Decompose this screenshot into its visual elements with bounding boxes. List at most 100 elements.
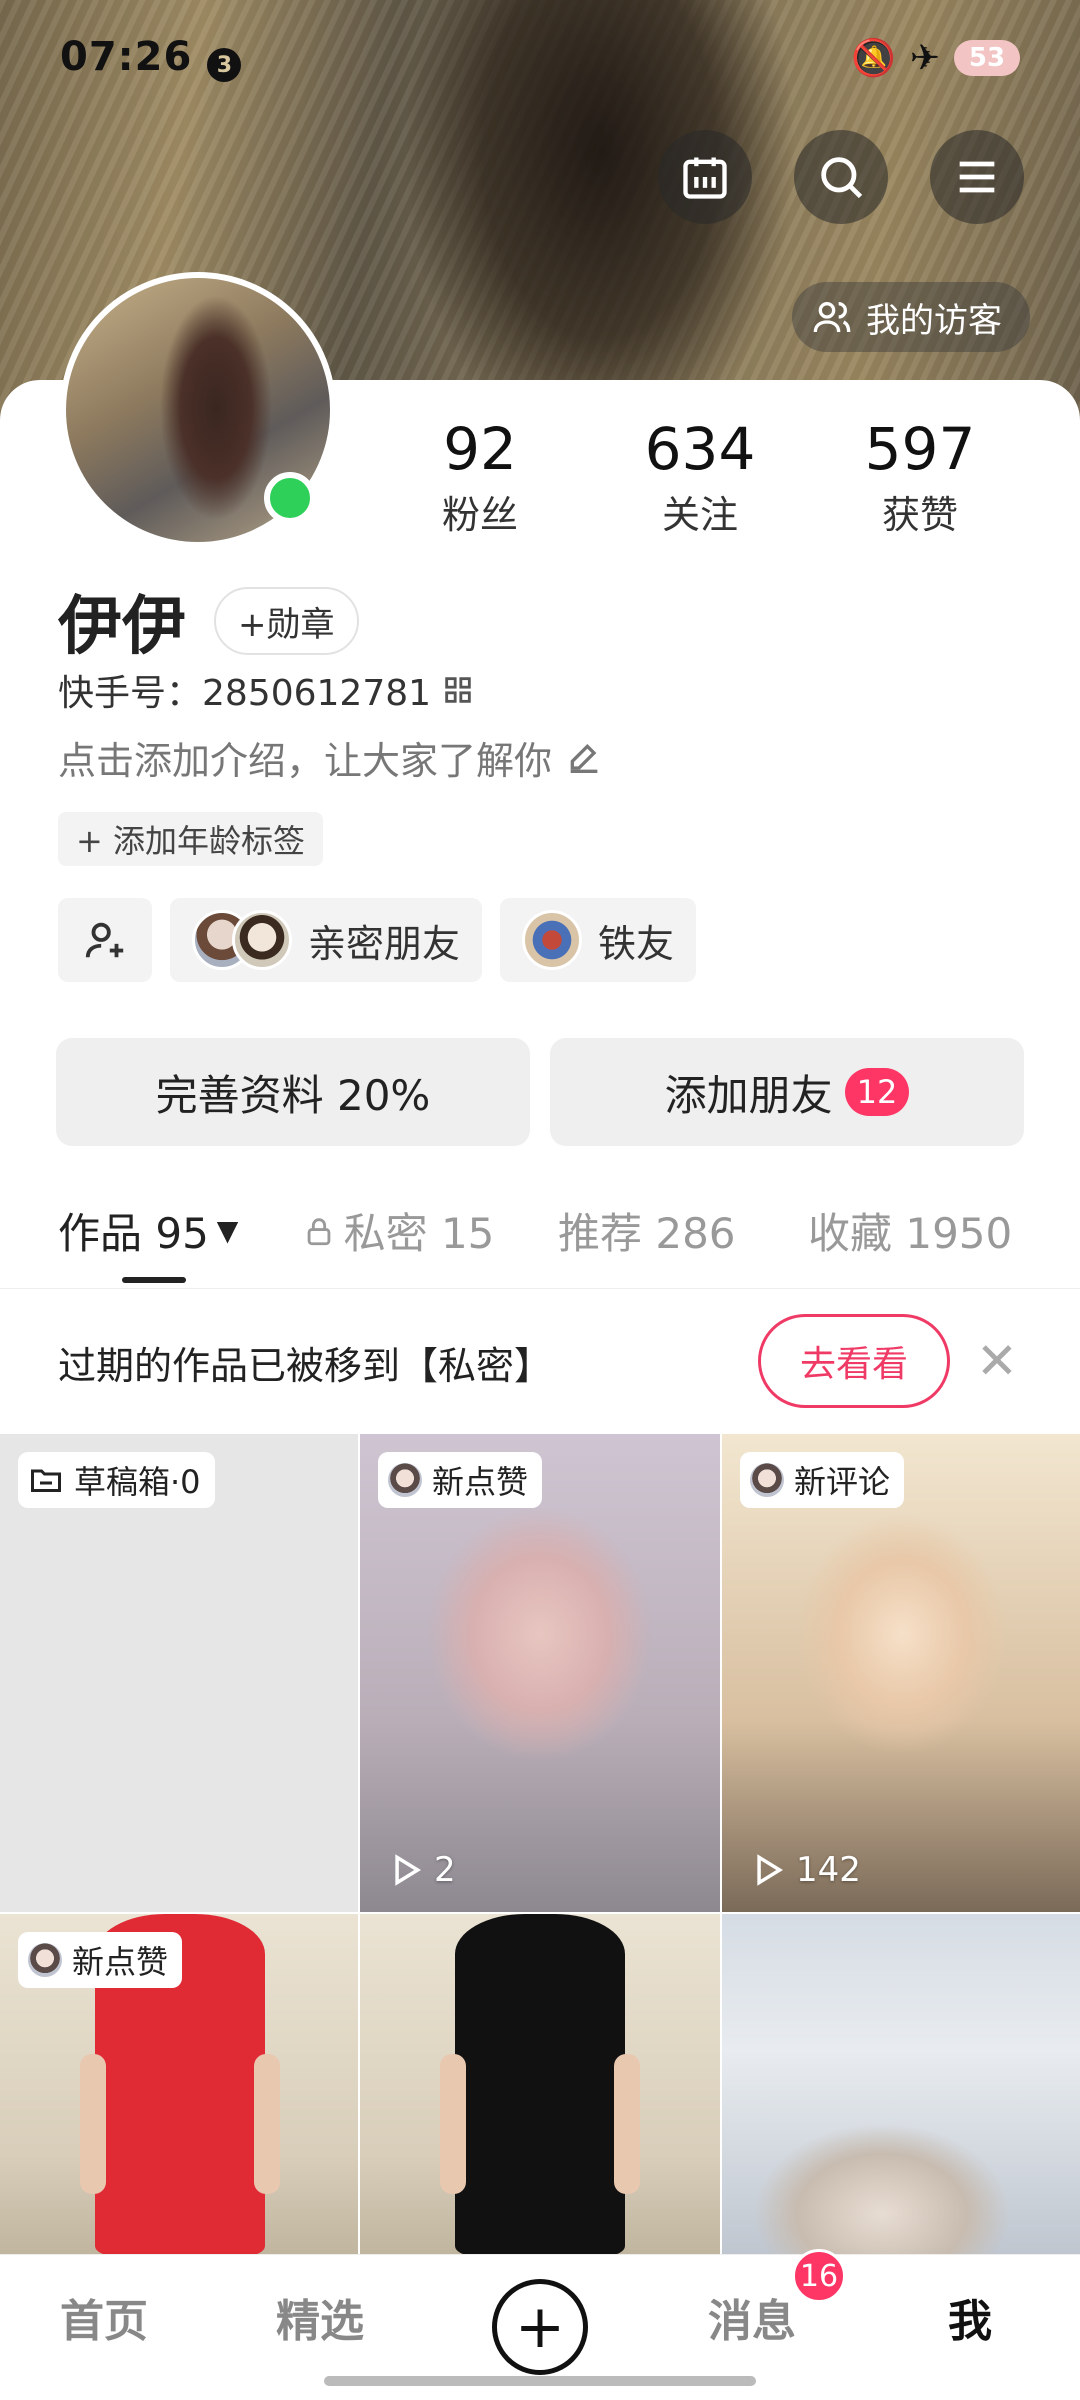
video-thumbnail[interactable]: 新点赞 2 [360,1434,720,1912]
tab-label: 收藏 1950 [808,1209,1013,1258]
add-friend-chip[interactable] [58,898,152,982]
create-post-button[interactable]: + [492,2279,588,2375]
online-status-dot [264,472,316,524]
arm-shape [80,2054,106,2194]
video-thumbnail[interactable] [360,1914,720,2256]
calendar-button[interactable] [658,130,752,224]
bio-placeholder: 点击添加介绍，让大家了解你 [58,739,553,783]
stat-likes[interactable]: 597 获赞 [820,418,1020,539]
tab-recommended[interactable]: 推荐 286 [558,1200,778,1261]
video-thumbnail[interactable]: 新点赞 [0,1914,358,2256]
notice-text: 过期的作品已被移到【私密】 [58,1343,553,1388]
bio-edit[interactable]: 点击添加介绍，让大家了解你 [58,730,604,785]
tag-label: 新点赞 [72,1943,169,1981]
add-friends-button[interactable]: 添加朋友 12 [550,1038,1024,1146]
friend-avatar [522,910,583,970]
active-tab-indicator [122,1277,186,1283]
black-qipao-figure [455,1914,625,2256]
video-thumbnail[interactable] [722,1914,1080,2256]
video-thumbnail[interactable]: 新评论 142 [722,1434,1080,1912]
clock: 07:26 [60,33,193,80]
caret-down-icon: ▼ [216,1214,239,1247]
name-row: 伊伊 +勋章 [58,575,359,667]
my-visitors-button[interactable]: 我的访客 [792,282,1030,352]
close-friends-chip[interactable]: 亲密朋友 [170,898,483,982]
tag-label: 新评论 [794,1463,891,1501]
friends-row: 亲密朋友 铁友 [58,898,697,982]
drafts-folder[interactable]: 草稿箱·0 [0,1434,358,1912]
stat-label: 关注 [661,493,738,537]
play-icon [757,1854,783,1886]
new-like-tag: 新点赞 [378,1452,543,1508]
add-badge-button[interactable]: +勋章 [214,587,359,655]
nav-messages[interactable]: 消息 [708,2285,796,2349]
play-count-value: 2 [434,1850,456,1890]
tab-favorites[interactable]: 收藏 1950 [808,1200,1012,1261]
kuaishou-id: 快手号：2850612781 [58,664,475,716]
play-count: 142 [748,1850,861,1890]
close-friends-label: 亲密朋友 [308,921,461,966]
stat-number: 634 [644,415,756,483]
tab-divider [0,1288,1080,1289]
tab-private[interactable]: 私密 15 [258,1200,538,1261]
hamburger-icon [959,161,995,193]
go-see-button[interactable]: 去看看 [758,1314,950,1408]
liker-avatar [28,1943,62,1977]
qr-code-icon[interactable] [441,673,475,707]
works-grid: 草稿箱·0 新点赞 2 新评论 142 新点赞 [0,1434,1080,2256]
stat-followers[interactable]: 92 粉丝 [380,418,580,539]
folder-icon [31,1469,61,1492]
liker-avatar [388,1463,422,1497]
tab-label: 私密 15 [343,1209,495,1258]
add-friends-badge: 12 [844,1068,910,1116]
play-icon [395,1854,421,1886]
plus-icon: + [514,2292,566,2362]
messages-badge: 16 [792,2249,846,2303]
complete-profile-label: 完善资料 20% [155,1070,431,1120]
new-comment-tag: 新评论 [740,1452,905,1508]
tab-label: 作品 95 [58,1209,209,1258]
friend-avatars [192,910,292,970]
arm-shape [440,2054,466,2194]
stat-number: 92 [443,415,517,483]
mute-icon: 🔕 [851,38,896,79]
arm-shape [254,2054,280,2194]
commenter-avatar [750,1463,784,1497]
status-bar: 07:26 3 🔕 ✈ 53 [60,30,1020,86]
tab-label: 推荐 286 [558,1209,736,1258]
status-left: 07:26 3 [60,33,242,83]
iron-friends-chip[interactable]: 铁友 [500,898,697,982]
expired-works-notice: 过期的作品已被移到【私密】 去看看 ✕ [0,1290,1080,1434]
nav-me[interactable]: 我 [948,2285,992,2349]
add-friends-label: 添加朋友 [664,1070,833,1120]
nav-home[interactable]: 首页 [60,2285,148,2349]
profile-actions: 完善资料 20% 添加朋友 12 [56,1038,1024,1146]
airplane-icon: ✈ [909,37,940,79]
tag-label: 新点赞 [432,1463,529,1501]
kuaishou-id-text: 快手号：2850612781 [58,673,432,714]
close-icon[interactable]: ✕ [970,1334,1024,1388]
search-icon [821,157,863,199]
stat-number: 597 [864,415,976,483]
search-button[interactable] [794,130,888,224]
users-icon [813,302,851,333]
edit-pencil-icon [570,743,598,773]
new-like-tag: 新点赞 [18,1932,183,1988]
home-indicator [324,2376,756,2386]
iron-friends-label: 铁友 [598,921,675,966]
calendar-icon [683,157,727,199]
nav-featured[interactable]: 精选 [276,2285,364,2349]
notification-count: 3 [207,48,242,83]
bottom-nav: 首页 精选 + 消息 16 我 [0,2249,1080,2400]
add-age-tag-button[interactable]: + 添加年龄标签 [58,812,323,866]
lock-icon [307,1217,330,1245]
stat-following[interactable]: 634 关注 [600,418,800,539]
play-count: 2 [386,1850,456,1890]
visitor-label: 我的访客 [866,300,1002,341]
stat-label: 粉丝 [441,493,518,537]
friend-avatar [232,910,292,970]
complete-profile-button[interactable]: 完善资料 20% [56,1038,530,1146]
stat-label: 获赞 [881,493,958,537]
menu-button[interactable] [930,130,1024,224]
drafts-label: 草稿箱·0 [74,1463,201,1501]
